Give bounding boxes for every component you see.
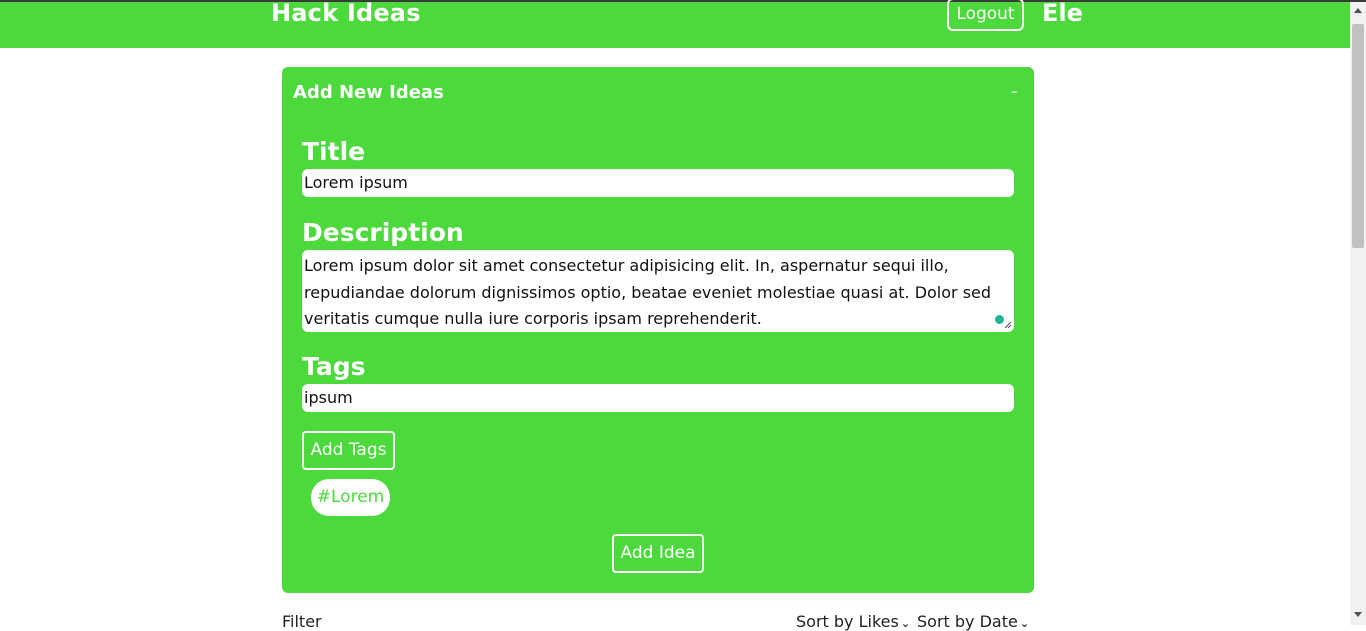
grammar-indicator-icon[interactable] (995, 315, 1004, 324)
vertical-scrollbar[interactable] (1350, 2, 1366, 625)
user-name: Ele (1042, 0, 1083, 27)
tags-input[interactable] (302, 384, 1014, 412)
sort-by-likes-label: Sort by Likes (796, 612, 899, 631)
description-label: Description (302, 218, 464, 247)
add-tags-button[interactable]: Add Tags (302, 431, 395, 470)
sort-by-date-select[interactable]: Sort by Date ⌄ (917, 612, 1029, 631)
navbar: Hack Ideas Logout Ele (0, 0, 1350, 48)
brand-title[interactable]: Hack Ideas (271, 0, 421, 27)
tag-chip[interactable]: #Lorem (311, 479, 390, 516)
description-textarea[interactable]: Lorem ipsum dolor sit amet consectetur a… (302, 250, 1014, 332)
chevron-down-icon: ⌄ (1019, 617, 1030, 630)
chevron-down-icon: ⌄ (900, 617, 911, 630)
add-idea-button[interactable]: Add Idea (612, 534, 704, 573)
logout-button[interactable]: Logout (947, 0, 1024, 31)
collapse-button[interactable]: - (1011, 81, 1018, 102)
resize-grip-icon[interactable] (1004, 321, 1012, 329)
card-title: Add New Ideas (293, 82, 444, 103)
scrollbar-thumb[interactable] (1352, 24, 1364, 248)
sort-by-date-label: Sort by Date (917, 612, 1018, 631)
filter-label[interactable]: Filter (282, 612, 322, 631)
scroll-up-arrow-icon[interactable] (1354, 8, 1362, 13)
scroll-down-arrow-icon[interactable] (1354, 612, 1362, 617)
tags-label: Tags (302, 352, 366, 381)
add-idea-card: Add New Ideas - Title Description Lorem … (282, 67, 1034, 593)
title-input[interactable] (302, 169, 1014, 197)
title-label: Title (302, 137, 366, 166)
sort-by-likes-select[interactable]: Sort by Likes ⌄ (796, 612, 910, 631)
